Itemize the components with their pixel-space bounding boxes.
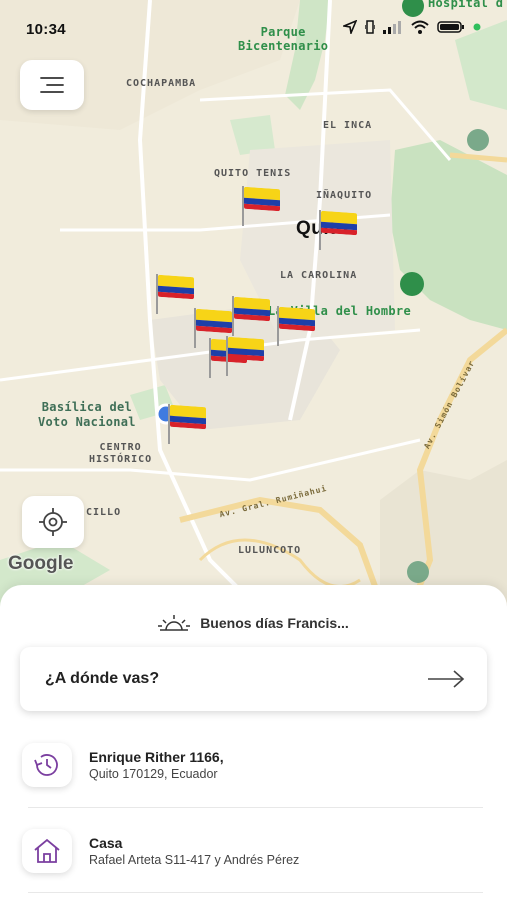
vibrate-icon [365,20,375,34]
flag-marker[interactable] [277,306,315,346]
signal-icon [383,21,401,34]
flag-marker[interactable] [232,296,270,336]
map-label-basilica: Basílica del Voto Nacional [38,400,136,429]
flag-marker[interactable] [242,186,280,226]
home-icon [34,838,60,863]
map-label-el-inca: EL INCA [323,120,373,131]
greeting: Buenos días Francis... [0,613,507,633]
map-label-cillo: CILLO [86,507,122,518]
map-label-centro-historico: CENTRO HISTÓRICO [89,442,153,465]
map-label-luluncoto: LULUNCOTO [238,545,302,556]
map-label-quito-tenis: QUITO TENIS [214,168,292,179]
status-bar: 10:34 [0,0,507,60]
saved-place-subtitle: Rafael Arteta S11-417 y Andrés Pérez [89,853,300,867]
recent-place-subtitle: Quito 170129, Ecuador [89,767,218,781]
flag-marker[interactable] [168,404,206,444]
history-icon [34,754,58,776]
menu-icon [40,77,64,93]
destination-search-label: ¿A dónde vas? [45,670,160,687]
map-label-la-carolina: LA CAROLINA [280,270,358,281]
flag-marker[interactable] [156,274,194,314]
flag-marker[interactable] [319,210,357,250]
poi-pin [400,272,424,296]
greeting-text: Buenos días Francis... [200,615,349,631]
dot-icon [473,23,481,31]
home-icon-wrap [22,829,72,873]
divider [28,892,483,893]
wifi-icon [411,20,429,34]
divider [28,807,483,808]
menu-button[interactable] [20,60,84,110]
location-arrow-icon [343,20,357,34]
flag-marker[interactable] [226,336,264,376]
map-label-inaquito: IÑAQUITO [316,190,373,201]
saved-place-home[interactable]: Casa Rafael Arteta S11-417 y Andrés Pére… [0,821,507,900]
flag-marker[interactable] [194,308,232,348]
road [0,438,421,482]
recent-place-item[interactable]: Enrique Rither 1166, Quito 170129, Ecuad… [0,735,507,821]
map-label-cochapamba: COCHAPAMBA [126,78,197,89]
google-attribution: Google [8,553,74,574]
status-time: 10:34 [26,21,66,38]
battery-icon [437,21,464,33]
sunrise-icon [158,615,191,631]
poi-pin [407,561,429,583]
history-icon-wrap [22,743,72,787]
locate-button[interactable] [22,496,84,548]
destination-search[interactable]: ¿A dónde vas? [20,647,487,711]
recent-place-title: Enrique Rither 1166, [89,749,224,765]
locate-icon [39,508,67,536]
arrow-right-icon [428,670,465,688]
status-icons [343,20,481,34]
poi-pin [467,129,489,151]
park-area [390,140,507,330]
bottom-sheet: Buenos días Francis... ¿A dónde vas? Enr… [0,585,507,900]
saved-place-title: Casa [89,835,123,851]
